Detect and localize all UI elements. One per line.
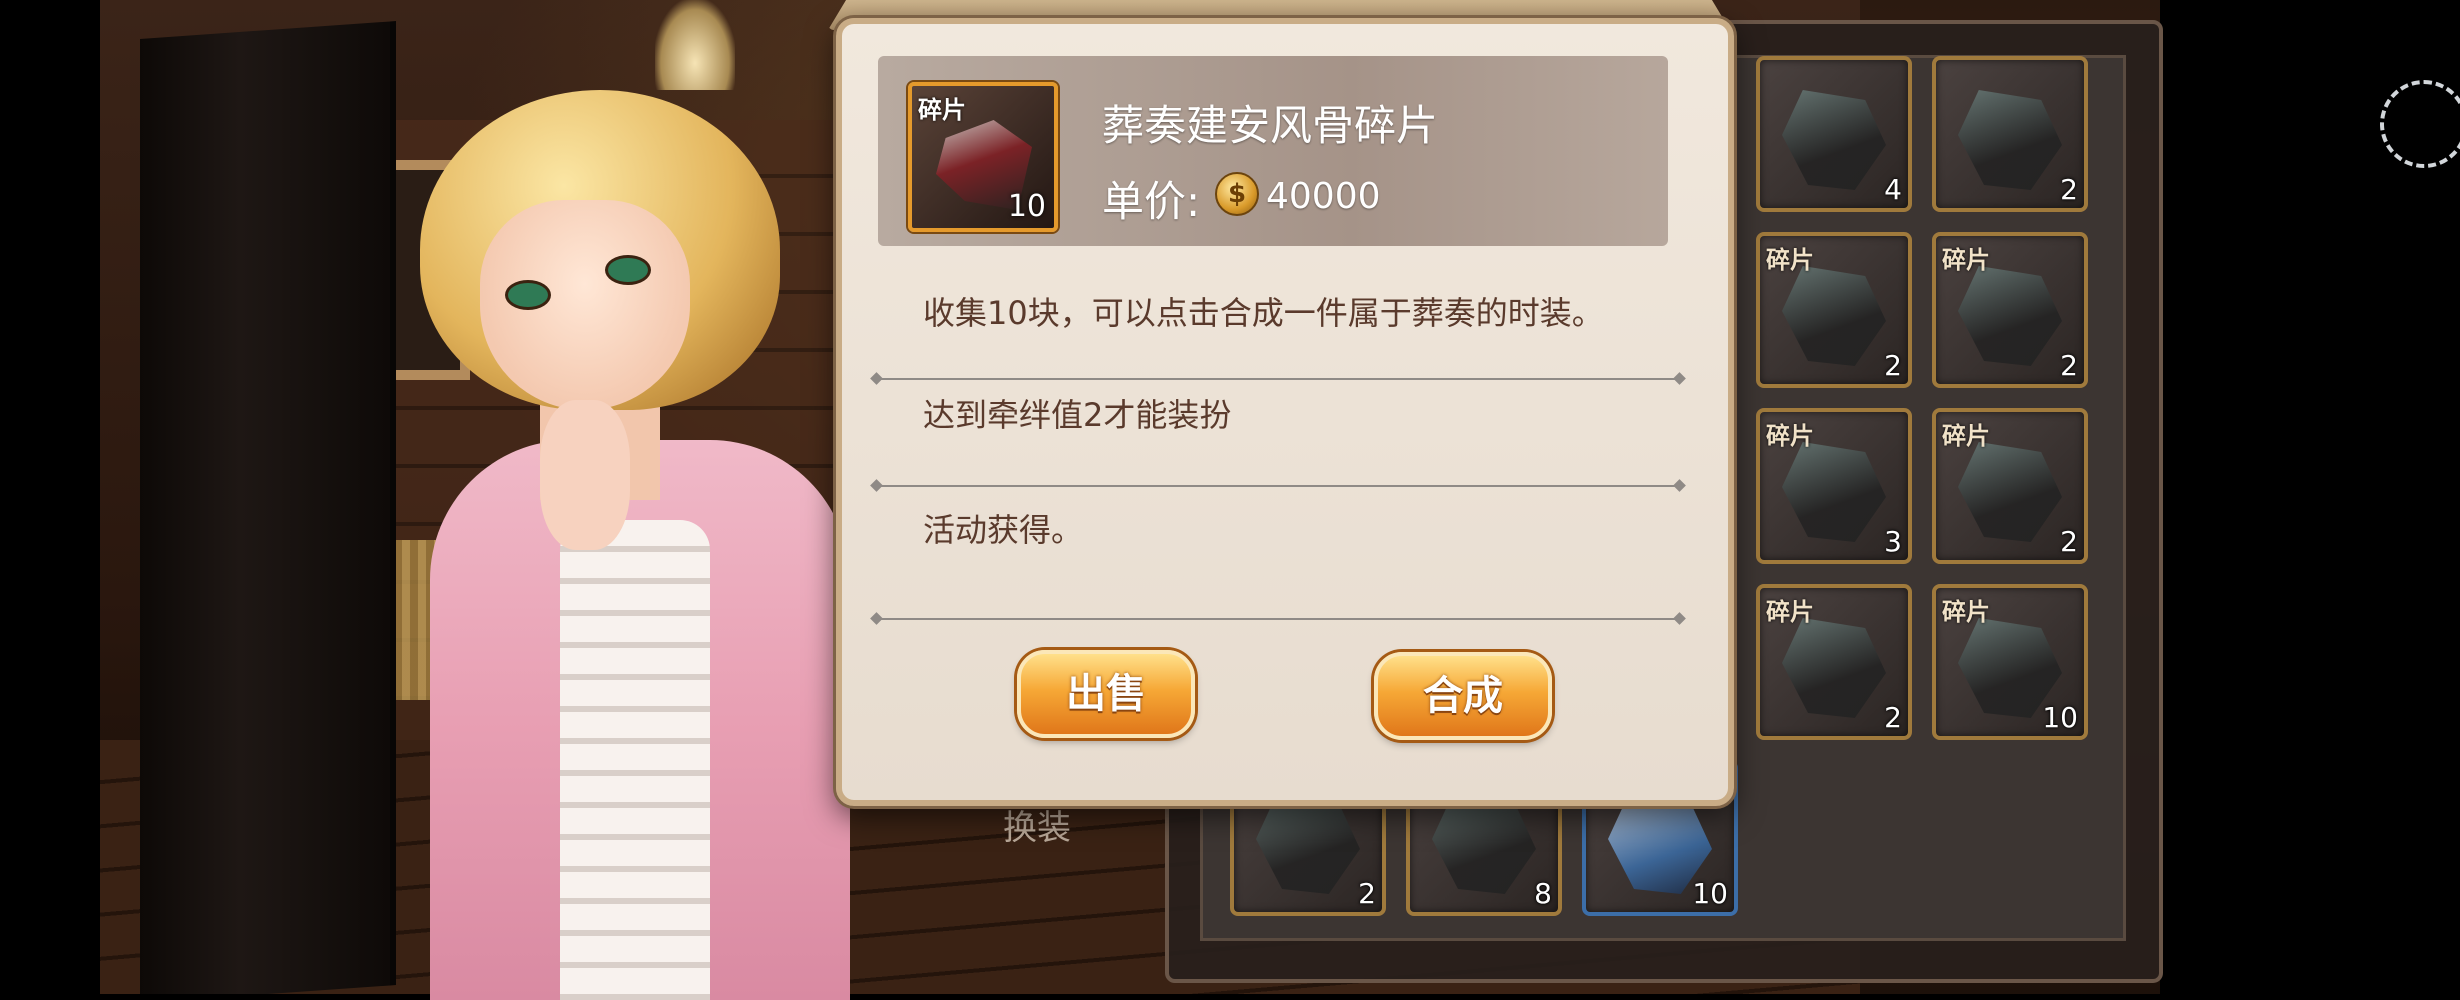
ceiling-lamp: [655, 0, 735, 90]
divider: [876, 378, 1680, 380]
shard-count: 10: [2042, 701, 2078, 734]
shard-count: 10: [1692, 877, 1728, 910]
item-icon-count: 10: [1007, 189, 1046, 224]
shard-count: 2: [1884, 349, 1902, 382]
change-outfit-label[interactable]: 换装: [1003, 800, 1071, 849]
shard-count: 2: [1884, 701, 1902, 734]
shard-art: [1958, 266, 2062, 366]
shard-art: [1782, 618, 1886, 718]
shard-slot[interactable]: 碎片 3: [1756, 408, 1912, 564]
shard-art: [1782, 90, 1886, 190]
character-eye-right: [605, 255, 651, 285]
shard-count: 2: [1358, 877, 1376, 910]
item-name: 葬奏建安风骨碎片: [1102, 101, 1439, 150]
character-eye-left: [505, 280, 551, 310]
shard-tag: 碎片: [1942, 422, 1990, 450]
shard-art: [1432, 794, 1536, 894]
shard-count: 2: [2060, 349, 2078, 382]
shard-slot[interactable]: 碎片 10: [1932, 584, 2088, 740]
shard-art: [1782, 266, 1886, 366]
shard-count: 2: [2060, 173, 2078, 206]
price-value: 40000: [1266, 176, 1381, 217]
coin-icon: $: [1215, 172, 1259, 216]
divider: [876, 618, 1680, 620]
item-icon-tag: 碎片: [918, 96, 966, 124]
item-requirement: 达到牵绊值2才能装扮: [923, 396, 1232, 434]
item-description: 收集10块，可以点击合成一件属于葬奏的时装。: [923, 294, 1604, 332]
character-hand: [540, 400, 630, 550]
shard-tag: 碎片: [1766, 246, 1814, 274]
sparkle-ring-icon[interactable]: [2380, 80, 2460, 168]
shard-art: [1958, 90, 2062, 190]
shard-slot[interactable]: 4: [1756, 56, 1912, 212]
shard-tag: 碎片: [1766, 422, 1814, 450]
door-frame: [140, 21, 396, 994]
shard-tag: 碎片: [1942, 598, 1990, 626]
sell-button[interactable]: 出售: [1017, 650, 1195, 738]
shard-art: [1256, 794, 1360, 894]
shard-art: [1782, 442, 1886, 542]
shard-slot[interactable]: 碎片 2: [1756, 232, 1912, 388]
shard-art: [1958, 442, 2062, 542]
divider: [876, 485, 1680, 487]
price-label: 单价:: [1102, 177, 1201, 226]
shard-slot[interactable]: 碎片 2: [1932, 408, 2088, 564]
shard-count: 4: [1884, 173, 1902, 206]
shard-tag: 碎片: [1942, 246, 1990, 274]
character-frill: [560, 520, 710, 1000]
shard-count: 2: [2060, 525, 2078, 558]
item-source: 活动获得。: [923, 511, 1084, 549]
shard-slot[interactable]: 碎片 2: [1756, 584, 1912, 740]
shard-slot[interactable]: 碎片 2: [1932, 232, 2088, 388]
compose-button[interactable]: 合成: [1374, 652, 1552, 740]
shard-tag: 碎片: [1766, 598, 1814, 626]
shard-slot[interactable]: 2: [1932, 56, 2088, 212]
item-icon: 碎片 10: [908, 82, 1058, 232]
shard-count: 3: [1884, 525, 1902, 558]
shard-count: 8: [1534, 877, 1552, 910]
